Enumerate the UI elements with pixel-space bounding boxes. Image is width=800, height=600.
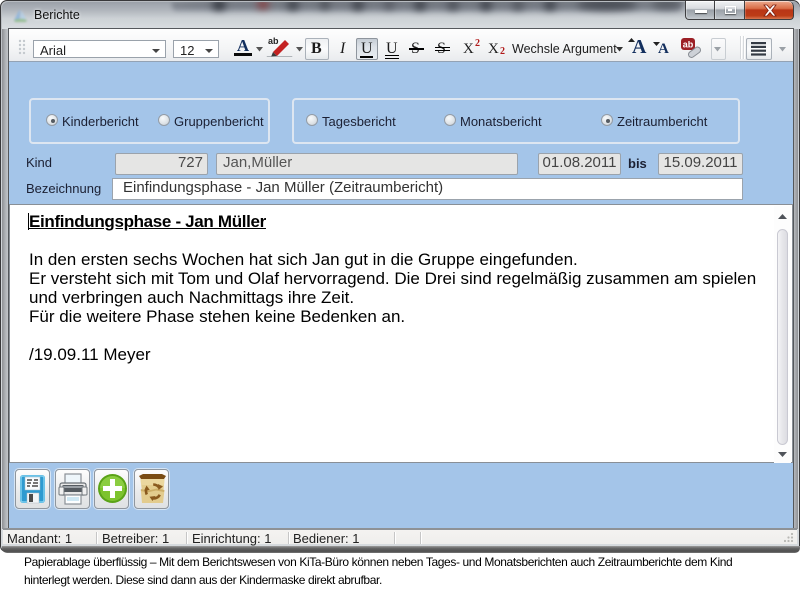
svg-text:ab: ab — [683, 40, 694, 50]
